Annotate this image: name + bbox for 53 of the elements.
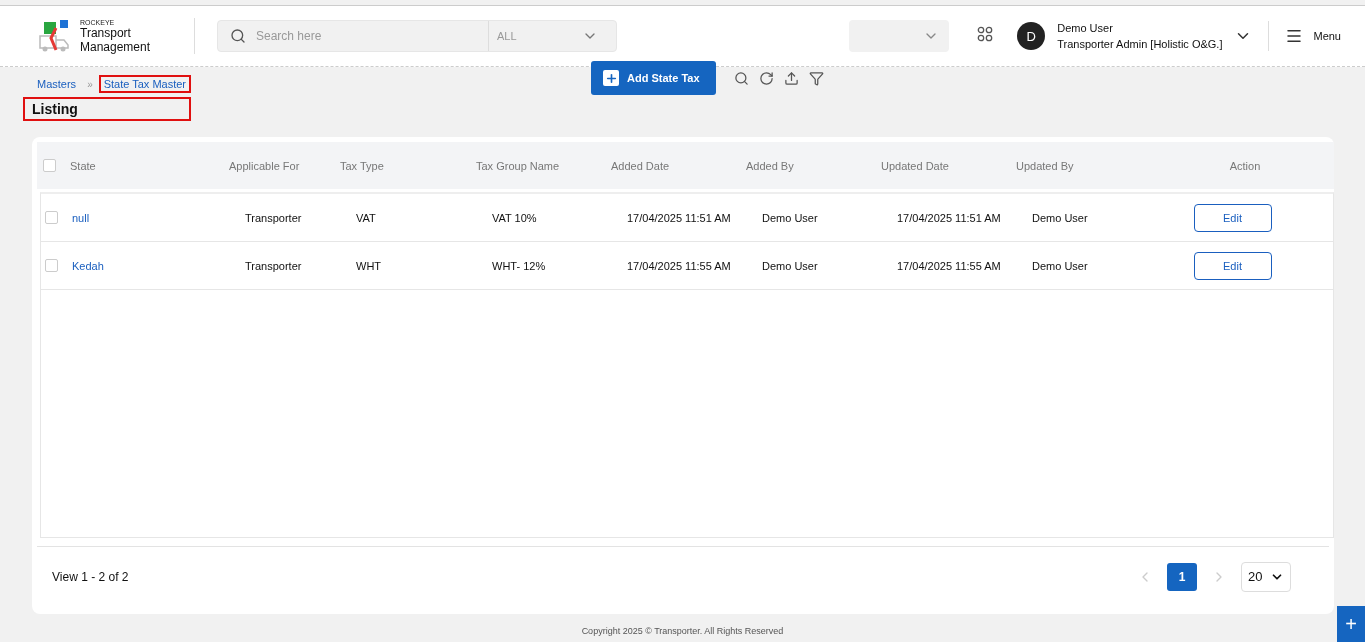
column-header: Applicable For [229, 159, 301, 172]
breadcrumb-link[interactable]: State Tax Master [98, 75, 192, 93]
table-cell-text: Transporter [244, 211, 303, 224]
state-link[interactable]: Kedah [72, 259, 231, 272]
table-cell-text: VAT [355, 211, 377, 224]
page-button[interactable]: 1 [1167, 562, 1197, 591]
table-cell-text: 17/04/2025 11:51 AM [896, 211, 1002, 224]
edit-button[interactable]: Edit [1193, 203, 1272, 232]
upload-icon[interactable] [783, 70, 799, 86]
table-cell-text: Demo User [1031, 211, 1089, 224]
column-header: Action [1228, 159, 1262, 172]
table-cell-text: WHT- 12% [491, 259, 547, 272]
user-name: Demo User [1057, 21, 1114, 36]
search-icon [230, 28, 246, 44]
row-checkbox[interactable] [45, 211, 58, 224]
add-fab-button[interactable]: + [1337, 606, 1365, 642]
menu-button[interactable]: Menu [1268, 21, 1347, 51]
plus-icon [603, 70, 619, 86]
search-icon[interactable] [733, 70, 749, 86]
page-title: Listing [23, 97, 192, 121]
filter-icon[interactable] [808, 70, 824, 86]
breadcrumb-link[interactable]: Masters [32, 75, 82, 93]
add-state-tax-button[interactable]: Add State Tax [591, 61, 716, 95]
record-summary: View 1 - 2 of 2 [52, 569, 129, 584]
page-size-select[interactable]: 20 [1241, 561, 1291, 592]
column-header: Tax Group Name [476, 159, 561, 172]
avatar[interactable]: D [1017, 22, 1046, 50]
column-header: Updated By [1016, 159, 1075, 172]
app-title: Transport Management [80, 25, 152, 54]
breadcrumb-separator: » [87, 78, 93, 90]
table-cell-text: 17/04/2025 11:51 AM [626, 211, 732, 224]
column-header: Added Date [611, 159, 671, 172]
column-header: Updated Date [881, 159, 950, 172]
user-role: Transporter Admin [Holistic O&G.] [1057, 37, 1223, 52]
table-cell-text: Demo User [761, 211, 819, 224]
copyright-text: Copyright 2025 © Transporter. All Rights Reserved [580, 626, 785, 636]
row-checkbox[interactable] [45, 259, 58, 272]
column-header: Added By [746, 159, 795, 172]
table-cell-text: 17/04/2025 11:55 AM [626, 259, 732, 272]
column-header: Tax Type [340, 159, 385, 172]
edit-button[interactable]: Edit [1193, 251, 1272, 280]
refresh-icon[interactable] [758, 70, 774, 86]
table-cell-text: WHT [355, 259, 383, 272]
table-cell-text: VAT 10% [491, 211, 538, 224]
apps-grid-icon[interactable] [977, 26, 994, 42]
table-cell-text: 17/04/2025 11:55 AM [896, 259, 1002, 272]
menu-icon [1285, 27, 1304, 45]
column-header: State [70, 159, 97, 172]
table-cell-text: Transporter [244, 259, 303, 272]
table-cell-text: Demo User [761, 259, 819, 272]
table-cell-text: Demo User [1031, 259, 1089, 272]
state-link[interactable]: null [72, 211, 231, 224]
select-all-checkbox[interactable] [43, 159, 56, 172]
